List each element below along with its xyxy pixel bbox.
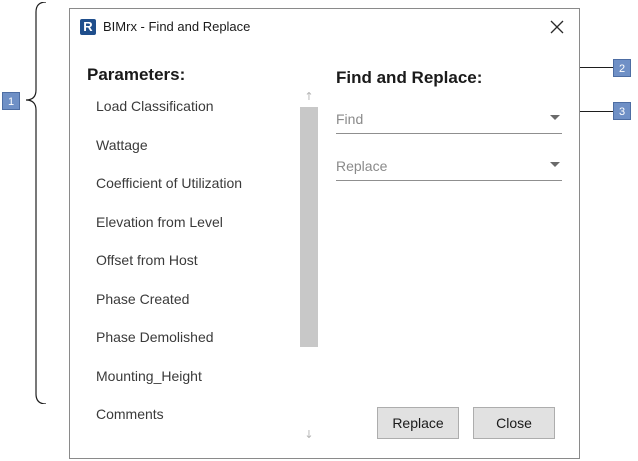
parameter-item[interactable]: Comments <box>96 405 242 444</box>
parameter-scrollbar[interactable] <box>300 107 318 425</box>
parameter-item[interactable]: Load Classification <box>96 97 242 136</box>
scroll-up-button[interactable]: ↑ <box>300 89 318 105</box>
title-bar[interactable]: R BIMrx - Find and Replace <box>70 9 579 45</box>
chevron-down-icon <box>550 162 560 167</box>
parameter-item[interactable]: Mounting_Height <box>96 367 242 406</box>
parameter-list: Load Classification Wattage Coefficient … <box>96 97 242 444</box>
arrow-up-icon: ↑ <box>304 90 314 103</box>
close-button[interactable]: Close <box>473 407 555 439</box>
find-combobox[interactable]: Find <box>336 107 562 134</box>
close-icon <box>550 20 564 34</box>
parameters-heading: Parameters: <box>87 65 186 84</box>
replace-button[interactable]: Replace <box>377 407 459 439</box>
chevron-down-icon <box>550 115 560 120</box>
screenshot: 1 2 3 R BIMrx - Find and Replace Paramet… <box>0 0 638 461</box>
close-window-button[interactable] <box>545 15 569 39</box>
arrow-down-icon: ↓ <box>304 428 314 441</box>
parameter-item[interactable]: Phase Created <box>96 290 242 329</box>
window-title: BIMrx - Find and Replace <box>103 19 251 34</box>
replace-combobox[interactable]: Replace <box>336 154 562 181</box>
callout-badge-3: 3 <box>613 102 631 120</box>
parameter-item[interactable]: Wattage <box>96 136 242 175</box>
callout-badge-1: 1 <box>2 92 20 110</box>
find-replace-heading: Find and Replace: <box>336 68 483 87</box>
callout-badge-2: 2 <box>613 59 631 77</box>
scroll-down-button[interactable]: ↓ <box>300 427 318 443</box>
replace-placeholder: Replace <box>336 158 388 174</box>
parameter-item[interactable]: Phase Demolished <box>96 328 242 367</box>
parameter-item[interactable]: Offset from Host <box>96 251 242 290</box>
parameter-item[interactable]: Elevation from Level <box>96 213 242 252</box>
bracket-annotation <box>25 2 47 404</box>
scrollbar-thumb[interactable] <box>300 107 318 347</box>
find-placeholder: Find <box>336 111 364 127</box>
parameter-item[interactable]: Coefficient of Utilization <box>96 174 242 213</box>
find-replace-dialog: R BIMrx - Find and Replace Parameters: L… <box>69 8 580 459</box>
revit-app-icon: R <box>80 19 96 35</box>
